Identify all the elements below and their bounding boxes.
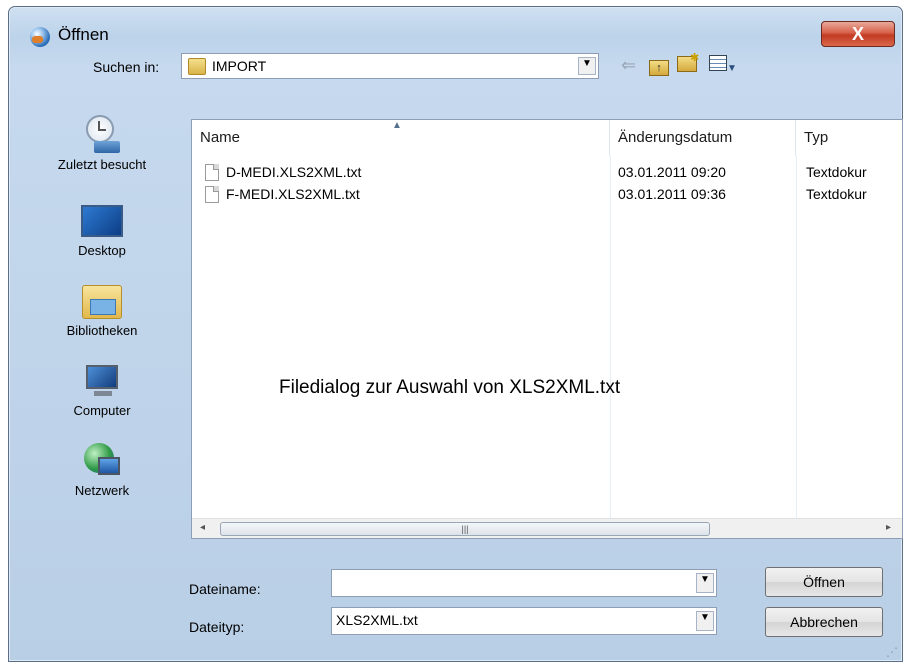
look-in-label: Suchen in: bbox=[93, 59, 160, 75]
column-header-label: Änderungsdatum bbox=[618, 129, 733, 146]
desktop-icon bbox=[80, 201, 124, 241]
file-row[interactable]: F-MEDI.XLS2XML.txt 03.01.2011 09:36 Text… bbox=[192, 184, 902, 204]
up-folder-icon[interactable]: ↑ bbox=[649, 55, 669, 76]
place-recent[interactable]: Zuletzt besucht bbox=[21, 115, 183, 172]
network-icon bbox=[80, 441, 124, 481]
back-arrow-icon[interactable]: ⇐ bbox=[621, 55, 636, 76]
filename-input[interactable]: ▼ bbox=[331, 569, 717, 597]
open-button[interactable]: Öffnen bbox=[765, 567, 883, 597]
chevron-down-icon[interactable]: ▼ bbox=[696, 573, 714, 593]
file-type: Textdokur bbox=[806, 164, 867, 180]
column-divider bbox=[796, 156, 797, 538]
new-folder-icon[interactable]: ✱ bbox=[677, 52, 699, 77]
libraries-icon bbox=[80, 281, 124, 321]
view-menu-icon[interactable]: ▼ bbox=[709, 55, 737, 76]
column-header-type[interactable]: Typ bbox=[796, 120, 902, 156]
file-name: F-MEDI.XLS2XML.txt bbox=[226, 186, 360, 202]
filetype-label: Dateityp: bbox=[189, 619, 245, 635]
place-label: Zuletzt besucht bbox=[57, 157, 147, 172]
chevron-down-icon[interactable]: ▼ bbox=[696, 611, 714, 631]
chevron-down-icon[interactable]: ▼ bbox=[578, 57, 596, 75]
recent-places-icon bbox=[80, 115, 124, 155]
filetype-select[interactable]: XLS2XML.txt ▼ bbox=[331, 607, 717, 635]
file-list[interactable]: Name ▲ Änderungsdatum Typ D-MEDI.XLS2XML… bbox=[191, 119, 903, 539]
column-header-date[interactable]: Änderungsdatum bbox=[610, 120, 796, 156]
app-icon bbox=[30, 27, 50, 47]
column-header-label: Name bbox=[200, 129, 241, 146]
folder-icon bbox=[188, 58, 206, 75]
file-type: Textdokur bbox=[806, 186, 867, 202]
place-label: Desktop bbox=[78, 243, 126, 258]
sort-ascending-icon: ▲ bbox=[392, 120, 402, 131]
place-label: Computer bbox=[73, 403, 131, 418]
window-title: Öffnen bbox=[58, 25, 109, 44]
cancel-button[interactable]: Abbrechen bbox=[765, 607, 883, 637]
file-name: D-MEDI.XLS2XML.txt bbox=[226, 164, 362, 180]
text-file-icon bbox=[205, 164, 219, 181]
column-header-name[interactable]: Name ▲ bbox=[192, 120, 610, 156]
file-date: 03.01.2011 09:20 bbox=[618, 164, 726, 180]
scroll-right-icon[interactable]: ▸ bbox=[886, 522, 891, 533]
place-computer[interactable]: Computer bbox=[21, 361, 183, 418]
caption-text: Filedialog zur Auswahl von XLS2XML.txt bbox=[279, 377, 621, 398]
resize-grip-icon[interactable]: ⋰ bbox=[886, 645, 898, 659]
place-label: Netzwerk bbox=[74, 483, 130, 498]
places-bar: Zuletzt besucht Desktop Bibliotheken Com… bbox=[21, 115, 183, 523]
close-button[interactable]: X bbox=[821, 21, 895, 47]
column-divider bbox=[610, 156, 611, 538]
filetype-value: XLS2XML.txt bbox=[336, 612, 418, 628]
filename-label: Dateiname: bbox=[189, 581, 261, 597]
title-bar: Öffnen X bbox=[9, 7, 902, 47]
scrollbar-thumb[interactable]: ||| bbox=[220, 522, 710, 536]
place-network[interactable]: Netzwerk bbox=[21, 441, 183, 498]
text-file-icon bbox=[205, 186, 219, 203]
look-in-combobox[interactable]: IMPORT ▼ bbox=[181, 53, 599, 79]
file-date: 03.01.2011 09:36 bbox=[618, 186, 726, 202]
current-folder-text: IMPORT bbox=[212, 58, 267, 74]
open-file-dialog: Öffnen X Suchen in: IMPORT ▼ ⇐ ↑ ✱ ▼ Zul… bbox=[8, 6, 903, 662]
horizontal-scrollbar[interactable]: ◂ ||| ▸ bbox=[192, 518, 902, 538]
place-libraries[interactable]: Bibliotheken bbox=[21, 281, 183, 338]
computer-icon bbox=[80, 361, 124, 401]
column-header-label: Typ bbox=[804, 129, 829, 146]
file-row[interactable]: D-MEDI.XLS2XML.txt 03.01.2011 09:20 Text… bbox=[192, 162, 902, 182]
scroll-left-icon[interactable]: ◂ bbox=[200, 522, 205, 533]
place-desktop[interactable]: Desktop bbox=[21, 201, 183, 258]
place-label: Bibliotheken bbox=[66, 323, 138, 338]
